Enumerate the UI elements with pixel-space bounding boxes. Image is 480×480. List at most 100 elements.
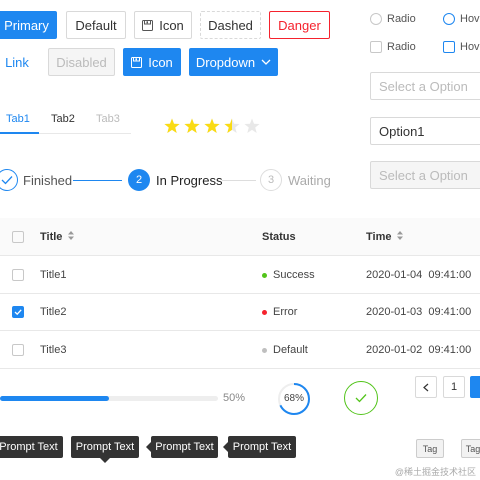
progress-label: 50% [223,392,246,404]
tab-1[interactable]: Tab1 [6,113,30,125]
tab-2[interactable]: Tab2 [51,113,75,125]
link-button[interactable]: Link [2,48,32,76]
star-icon[interactable] [244,118,260,133]
column-time-label: Time [366,231,392,243]
disabled-button: Disabled [48,48,115,76]
dashed-button-label: Dashed [208,17,253,33]
row-time: 2020-01-04 09:41:00 [366,269,472,281]
primary-button-label: Primary [4,17,49,33]
row-checkbox[interactable] [12,269,24,281]
tooltip-arrow-left [146,442,151,452]
tag[interactable]: Tag [461,439,480,458]
row-time: 2020-01-02 09:41:00 [366,344,472,356]
sort-icon[interactable] [68,231,75,243]
table-divider [0,255,480,256]
checkbox-option-hover[interactable] [443,41,455,53]
tooltip-text: Prompt Text [232,441,292,453]
row-title: Title1 [40,269,67,281]
icon-primary-button[interactable]: Icon [123,48,181,76]
column-title-label: Title [40,231,63,243]
select-disabled-placeholder: Select a Option [379,167,468,183]
tooltip-text: Prompt Text [75,441,135,453]
pagination-page[interactable]: 1 [443,376,465,398]
link-button-label: Link [5,54,29,70]
star-filled-icon[interactable] [204,118,220,133]
radio-option-1-label: Radio [387,13,416,25]
sort-icon[interactable] [397,231,404,243]
row-title: Title2 [40,306,67,318]
danger-button[interactable]: Danger [269,11,330,39]
progress-track [0,396,218,401]
tag-label: Tag [422,443,438,454]
rating-stars[interactable] [164,118,264,134]
status-dot [262,309,267,315]
tag-label: Tag [465,443,480,454]
success-circle [344,381,378,415]
row-checkbox-checked[interactable] [12,306,24,318]
step-connector-2 [222,180,256,181]
status-badge: Success [262,269,315,281]
pagination-page-label: 1 [450,381,458,393]
step-connector-1 [73,180,122,181]
primary-button[interactable]: Primary [0,11,57,39]
rating[interactable] [164,118,264,134]
save-icon [142,19,154,31]
dropdown-button[interactable]: Dropdown [189,48,278,76]
row-time: 2020-01-03 09:41:00 [366,306,472,318]
star-filled-icon[interactable] [164,118,180,133]
select-all-checkbox[interactable] [12,231,24,243]
row-title: Title3 [40,344,67,356]
check-icon [355,394,367,403]
checkbox-option-1[interactable] [370,41,382,53]
step-wait-number: 3 [267,174,275,186]
step-finished-label: Finished [23,173,73,188]
step-wait-icon: 3 [260,169,282,191]
tag[interactable]: Tag [416,439,444,458]
step-process-icon: 2 [128,169,150,191]
radio-option-hover[interactable] [443,13,455,25]
pagination-prev[interactable] [415,376,437,398]
check-icon [14,309,22,316]
status-text: Default [273,344,308,356]
select-second[interactable]: Option1 [370,117,480,145]
tab-active-indicator [0,132,39,134]
step-wait-label: Waiting [288,173,331,188]
default-button[interactable]: Default [66,11,126,39]
tooltip-top: Prompt Text [71,436,139,458]
radio-option-1[interactable] [370,13,382,25]
table-divider [0,330,480,331]
chevron-left-icon [423,383,429,391]
select-first[interactable]: Select a Option [370,72,480,100]
checkbox-option-hover-label: Hove [460,41,480,53]
tooltip-right: Prompt Text [151,436,218,458]
check-icon [1,176,13,185]
step-process-number: 2 [135,174,143,186]
save-icon [131,56,143,68]
star-filled-icon[interactable] [184,118,200,133]
tooltip-arrow-left [223,442,228,452]
icon-primary-button-label: Icon [148,54,173,70]
status-text: Success [273,269,315,281]
status-badge: Error [262,306,297,318]
circle-progress-label: 68% [283,393,304,404]
default-button-label: Default [75,17,117,33]
watermark: @稀土掘金技术社区 [394,467,476,477]
tooltip-arrow-down [100,458,110,463]
progress-fill [0,396,109,401]
table-divider [0,368,480,369]
step-finished-icon [0,169,18,191]
status-badge: Default [262,344,308,356]
select-second-value: Option1 [379,123,425,139]
danger-button-label: Danger [278,17,321,33]
dropdown-button-label: Dropdown [195,54,256,70]
dashed-button[interactable]: Dashed [200,11,261,39]
chevron-down-icon [261,59,271,66]
disabled-button-label: Disabled [56,54,107,70]
icon-button-label: Icon [159,17,184,33]
column-time-header[interactable]: Time [366,231,404,243]
tooltip-text: Prompt Text [155,441,214,453]
icon-button[interactable]: Icon [134,11,192,39]
column-title-header[interactable]: Title [40,231,75,243]
pagination-page-active[interactable] [470,376,480,398]
row-checkbox[interactable] [12,344,24,356]
